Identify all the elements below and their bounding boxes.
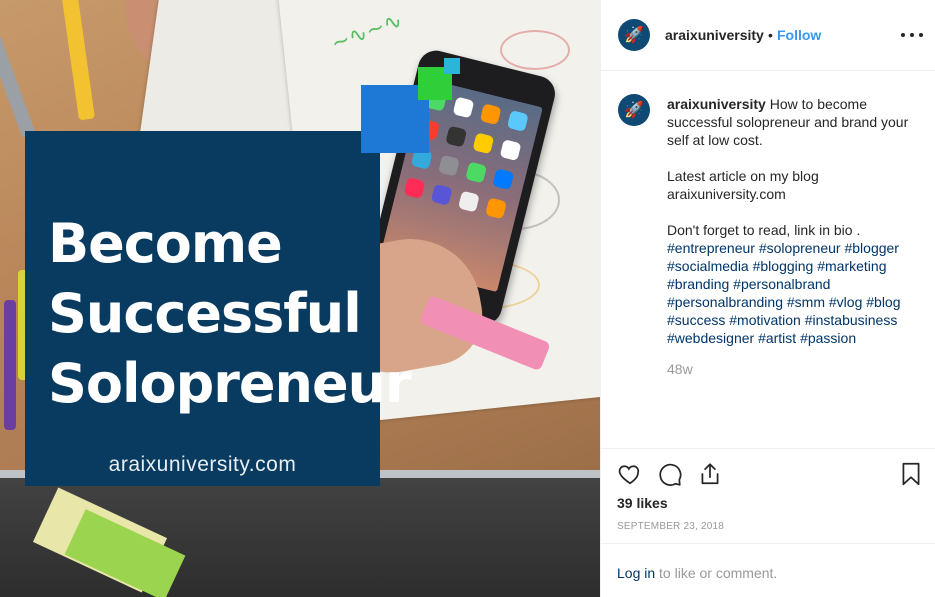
hashtag-link[interactable]: #socialmedia <box>667 258 749 274</box>
photo-scribble <box>500 30 570 70</box>
hashtag-link[interactable]: #blogger <box>844 240 899 256</box>
hashtag-link[interactable]: #motivation <box>729 312 801 328</box>
hashtag-link[interactable]: #instabusiness <box>805 312 898 328</box>
hashtag-link[interactable]: #personalbrand <box>733 276 830 292</box>
hashtag-link[interactable]: #branding <box>667 276 729 292</box>
login-line: Log in to like or comment. <box>617 565 777 581</box>
photo-pen <box>4 300 16 430</box>
hashtag-link[interactable]: #personalbranding <box>667 294 783 310</box>
caption-text: Don't forget to read, link in bio . <box>667 222 861 238</box>
image-banner: Become Successful Solopreneur araixunive… <box>25 131 412 486</box>
hashtag-link[interactable]: #vlog <box>829 294 862 310</box>
image-banner-site: araixuniversity.com <box>108 453 297 476</box>
post-caption: araixuniversity How to become successful… <box>667 95 912 347</box>
avatar[interactable]: 🚀 <box>618 94 650 126</box>
caption-text: Latest article on my blog araixuniversit… <box>667 168 819 202</box>
follow-button[interactable]: Follow <box>777 27 821 43</box>
hashtag-link[interactable]: #passion <box>800 330 856 346</box>
image-banner-title: Become Successful Solopreneur <box>48 209 412 419</box>
comment-icon[interactable] <box>657 461 683 487</box>
post-header: 🚀 araixuniversity • Follow <box>601 0 935 71</box>
login-prompt: Log in to like or comment. <box>601 543 935 597</box>
header-separator: • <box>768 27 773 43</box>
post-image[interactable]: ~∿~∿ Become Successful Solopreneur araix… <box>0 0 600 597</box>
caption-username[interactable]: araixuniversity <box>667 96 766 112</box>
rocket-icon: 🚀 <box>624 102 644 119</box>
hashtag-link[interactable]: #artist <box>758 330 796 346</box>
post-age[interactable]: 48w <box>667 361 693 377</box>
banner-title-line: Become <box>48 212 283 275</box>
decor-square-cyan <box>444 58 460 74</box>
login-link[interactable]: Log in <box>617 565 655 581</box>
share-icon[interactable] <box>697 461 723 487</box>
heart-icon[interactable] <box>617 461 643 487</box>
hashtag-link[interactable]: #blog <box>866 294 900 310</box>
hashtag-link[interactable]: #solopreneur <box>759 240 841 256</box>
hashtag-link[interactable]: #marketing <box>817 258 886 274</box>
photo-pen <box>0 11 36 139</box>
instagram-post: ~∿~∿ Become Successful Solopreneur araix… <box>0 0 935 597</box>
rocket-icon: 🚀 <box>624 27 644 44</box>
hashtag-link[interactable]: #success <box>667 312 725 328</box>
hashtag-link[interactable]: #smm <box>787 294 825 310</box>
login-text: to like or comment. <box>655 565 778 581</box>
hashtag-link[interactable]: #webdesigner <box>667 330 754 346</box>
banner-title-line: Solopreneur <box>48 352 412 415</box>
hashtag-link[interactable]: #entrepreneur <box>667 240 755 256</box>
likes-count[interactable]: 39 likes <box>617 495 668 511</box>
more-options-icon[interactable] <box>901 25 923 45</box>
hashtag-link[interactable]: #blogging <box>753 258 814 274</box>
bookmark-icon[interactable] <box>898 461 924 487</box>
banner-title-line: Successful <box>48 282 362 345</box>
post-actions: 39 likes SEPTEMBER 23, 2018 <box>601 448 935 544</box>
post-side-panel: 🚀 araixuniversity • Follow 🚀 araixuniver… <box>600 0 935 597</box>
hashtag-list: #entrepreneur #solopreneur #blogger #soc… <box>667 239 912 347</box>
photo-pencil <box>61 0 95 121</box>
header-username[interactable]: araixuniversity <box>665 27 764 43</box>
avatar[interactable]: 🚀 <box>618 19 650 51</box>
post-date: SEPTEMBER 23, 2018 <box>617 521 724 532</box>
